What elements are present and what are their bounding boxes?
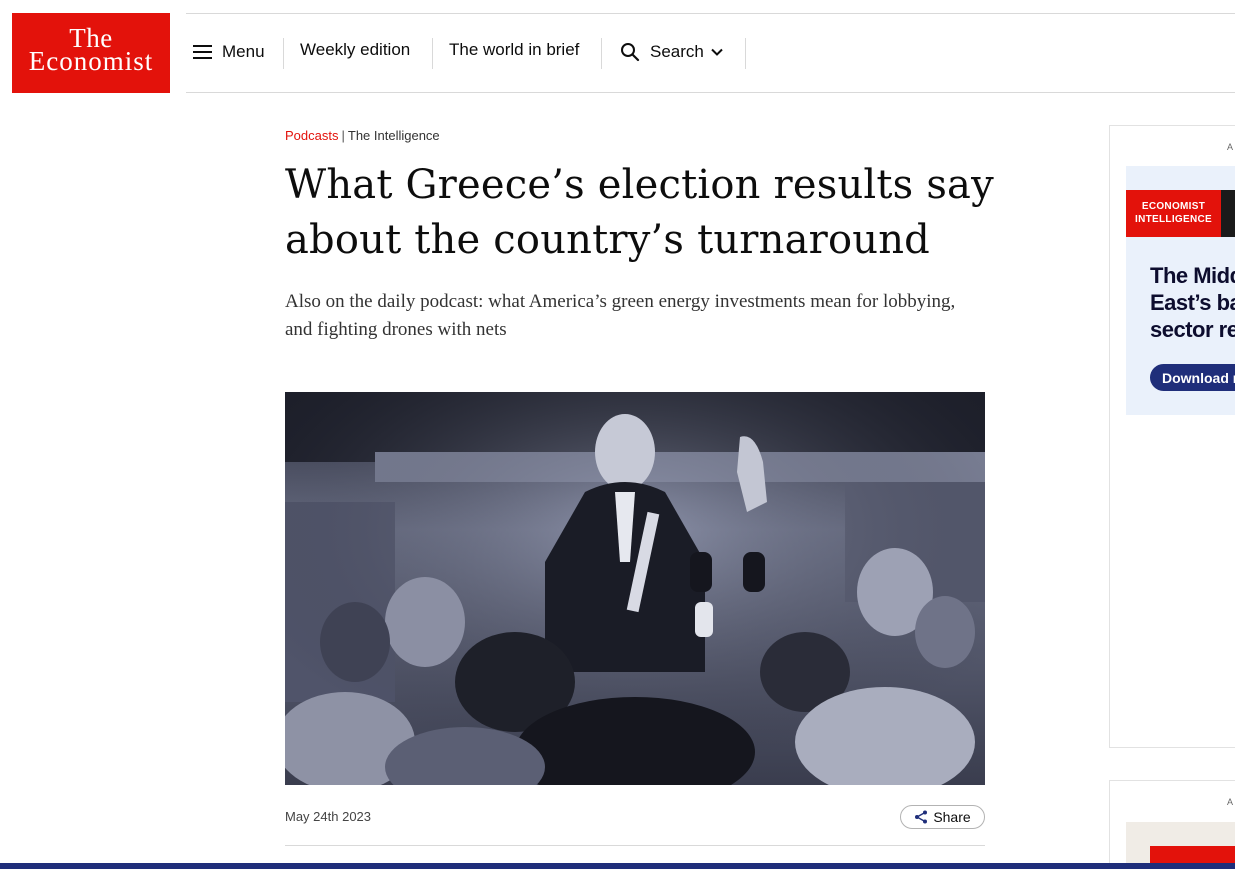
ad-label: A: [1226, 797, 1233, 807]
header-top-rule: [186, 13, 1235, 14]
ad-title-line-2: East’s ba: [1150, 290, 1235, 315]
breadcrumb: Podcasts | The Intelligence: [285, 128, 440, 143]
header-bottom-rule: [186, 92, 1235, 93]
chevron-down-icon: [711, 48, 723, 56]
logo-line-2: Economist: [28, 46, 154, 76]
world-in-brief-link[interactable]: The world in brief: [449, 34, 579, 66]
breadcrumb-section-link[interactable]: Podcasts: [285, 128, 338, 143]
search-label: Search: [650, 42, 704, 61]
ad-brand-line-2: INTELLIGENCE: [1135, 214, 1212, 225]
menu-button[interactable]: Menu: [193, 36, 265, 68]
economist-logo[interactable]: The Economist: [12, 13, 170, 93]
nav-divider: [745, 38, 746, 69]
article-date: May 24th 2023: [285, 809, 372, 824]
ad-title-line-1: The Midd: [1150, 263, 1235, 288]
ad-brand-line-1: ECONOMIST: [1141, 201, 1206, 212]
advertisement-banner[interactable]: ECONOMIST INTELLIGENCE The Midd East’s b…: [1126, 166, 1235, 415]
search-button[interactable]: Search: [620, 36, 724, 68]
search-icon: [621, 43, 640, 62]
article-photo: [285, 392, 985, 785]
breadcrumb-series-link[interactable]: The Intelligence: [348, 128, 440, 143]
weekly-edition-link[interactable]: Weekly edition: [300, 34, 410, 66]
share-icon: [915, 810, 928, 824]
hamburger-icon: [193, 45, 212, 59]
bottom-banner-bar: [0, 863, 1235, 869]
share-label: Share: [933, 809, 971, 825]
photo-illustration: [285, 392, 985, 785]
menu-label: Menu: [222, 42, 265, 61]
ad-brand-dark-strip: [1221, 190, 1235, 237]
article-subheadline: Also on the daily podcast: what America’…: [285, 291, 956, 340]
nav-divider: [601, 38, 602, 69]
ad-download-button[interactable]: Download r: [1150, 364, 1235, 391]
ad-label: A: [1226, 142, 1233, 152]
advertisement-banner-2[interactable]: [1126, 822, 1235, 869]
ad-title: The Midd East’s ba sector re: [1150, 262, 1235, 343]
nav-divider: [283, 38, 284, 69]
article-headline: What Greece’s election results say about…: [285, 162, 994, 263]
nav-divider: [432, 38, 433, 69]
breadcrumb-separator: |: [341, 128, 345, 143]
article-divider: [285, 845, 985, 846]
ad-brand-logo: ECONOMIST INTELLIGENCE: [1126, 190, 1221, 237]
ad-title-line-3: sector re: [1150, 317, 1235, 342]
share-button[interactable]: Share: [900, 805, 985, 829]
